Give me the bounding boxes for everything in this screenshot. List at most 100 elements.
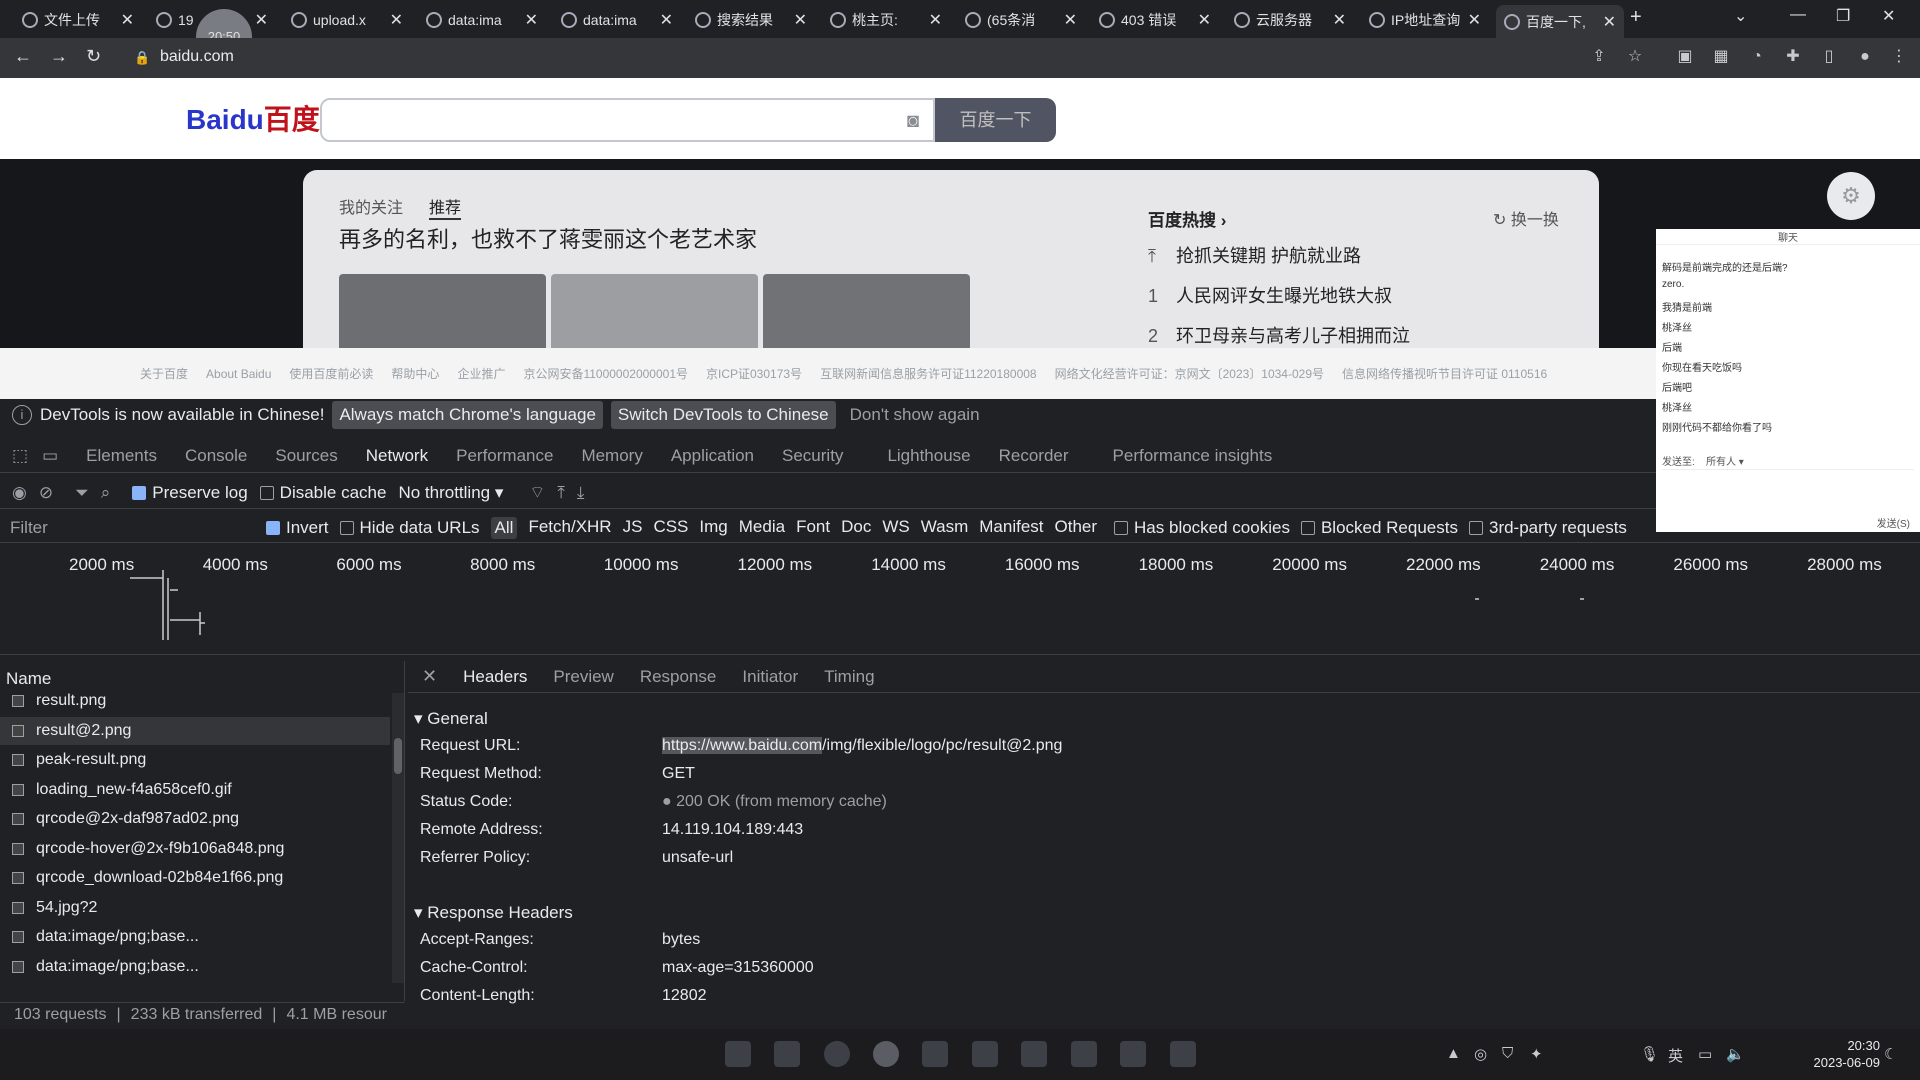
type-filter-all[interactable]: All — [490, 516, 518, 539]
blocked-requests-checkbox[interactable]: Blocked Requests — [1300, 518, 1458, 538]
general-section-toggle[interactable]: ▾ General — [414, 709, 488, 729]
close-tab-icon[interactable]: ✕ — [121, 10, 134, 30]
footer-link[interactable]: About Baidu — [206, 367, 271, 381]
type-filter-wasm[interactable]: Wasm — [921, 517, 969, 539]
edge-icon[interactable] — [824, 1041, 850, 1067]
close-tab-icon[interactable]: ✕ — [1603, 12, 1616, 32]
browser-tab[interactable]: 百度一下, ✕ — [1496, 5, 1624, 38]
sidepanel-icon[interactable]: ▯ — [1820, 48, 1838, 66]
footer-link[interactable]: 信息网络传播视听节目许可证 0110516 — [1342, 367, 1547, 381]
reload-icon[interactable]: ↻ — [86, 46, 101, 67]
clear-icon[interactable]: ⊘ — [39, 483, 53, 503]
taskview-icon[interactable] — [725, 1041, 751, 1067]
close-tab-icon[interactable]: ✕ — [390, 10, 403, 30]
browser-tab[interactable]: 搜索结果 ✕ — [687, 5, 815, 35]
browser-tab[interactable]: data:ima ✕ — [553, 5, 681, 35]
pycharm-icon[interactable] — [922, 1041, 948, 1067]
ime-indicator[interactable]: 英 — [1668, 1045, 1683, 1066]
third-party-checkbox[interactable]: 3rd-party requests — [1468, 518, 1627, 538]
hot-search-heading[interactable]: 百度热搜 › — [1148, 206, 1226, 231]
switch-chinese-button[interactable]: Switch DevTools to Chinese — [610, 401, 836, 429]
close-tab-icon[interactable]: ✕ — [1064, 10, 1077, 30]
address-bar[interactable]: baidu.com — [160, 48, 234, 66]
browser-tab[interactable]: IP地址查询 ✕ — [1361, 5, 1489, 35]
devtools-tab-lighthouse[interactable]: Lighthouse — [873, 446, 984, 466]
devtools-tab-recorder[interactable]: Recorder — [985, 446, 1083, 466]
close-tab-icon[interactable]: ✕ — [1468, 10, 1481, 30]
header-value[interactable]: bytes — [662, 931, 700, 948]
footer-link[interactable]: 京ICP证030173号 — [706, 367, 802, 381]
browser-tab[interactable]: 云服务器 ✕ — [1226, 5, 1354, 35]
invert-checkbox[interactable]: Invert — [266, 518, 329, 538]
preserve-log-checkbox[interactable]: Preserve log — [132, 483, 248, 503]
chrome-icon[interactable] — [873, 1041, 899, 1067]
name-column-header[interactable]: Name — [6, 669, 51, 689]
header-value[interactable]: 14.119.104.189:443 — [662, 821, 803, 838]
extension-icon[interactable]: ▣ — [1676, 48, 1694, 66]
profile-icon[interactable]: ● — [1856, 48, 1874, 66]
devtools-tab-sources[interactable]: Sources — [261, 446, 351, 466]
request-row[interactable]: result@2.png — [0, 716, 390, 745]
type-filter-js[interactable]: JS — [623, 517, 643, 539]
browser-tab[interactable]: 桃主页: ✕ — [822, 5, 950, 35]
type-filter-other[interactable]: Other — [1055, 517, 1098, 539]
footer-link[interactable]: 使用百度前必读 — [289, 367, 373, 381]
chat-input[interactable] — [1662, 469, 1914, 509]
header-value[interactable]: GET — [662, 765, 695, 782]
restore-icon[interactable]: ❐ — [1836, 6, 1850, 26]
bookmark-star-icon[interactable]: ☆ — [1626, 48, 1644, 66]
close-window-icon[interactable]: ✕ — [1882, 6, 1895, 26]
browser-tab[interactable]: 文件上传 ✕ — [14, 5, 142, 35]
import-har-icon[interactable]: ⤒ — [557, 483, 565, 503]
app-icon[interactable] — [1071, 1041, 1097, 1067]
request-row[interactable]: qrcode_download-02b84e1f66.png — [0, 864, 390, 892]
hot-item[interactable]: 1 人民网评女生曝光地铁大叔 — [1148, 282, 1392, 308]
new-tab-button[interactable]: + — [1630, 6, 1642, 29]
type-filter-ws[interactable]: WS — [882, 517, 909, 539]
footer-link[interactable]: 互联网新闻信息服务许可证11220180008 — [820, 367, 1037, 381]
filter-icon[interactable]: ⏷ — [75, 483, 89, 503]
camera-icon[interactable]: ◙ — [907, 110, 919, 133]
devtools-tab-memory[interactable]: Memory — [567, 446, 656, 466]
footer-link[interactable]: 京公网安备11000002000001号 — [523, 367, 688, 381]
devtools-tab-elements[interactable]: Elements — [72, 446, 171, 466]
type-filter-font[interactable]: Font — [796, 517, 830, 539]
baidu-logo[interactable]: Baidu百度 — [186, 98, 320, 138]
tray-icon[interactable]: ◎ — [1474, 1045, 1487, 1063]
puzzle-icon[interactable]: ✚ — [1784, 48, 1802, 66]
browser-tab[interactable]: data:ima ✕ — [418, 5, 546, 35]
devtools-tab-performance[interactable]: Performance — [442, 446, 567, 466]
response-headers-toggle[interactable]: ▾ Response Headers — [414, 903, 573, 923]
hot-item[interactable]: 2 环卫母亲与高考儿子相拥而泣 — [1148, 322, 1410, 348]
devtools-tab-network[interactable]: Network — [352, 446, 442, 466]
request-row[interactable]: 54.jpg?2 — [0, 894, 390, 922]
vscode-icon[interactable] — [1120, 1041, 1146, 1067]
footer-link[interactable]: 企业推广 — [457, 367, 505, 381]
hide-data-urls-checkbox[interactable]: Hide data URLs — [339, 518, 480, 538]
footer-link[interactable]: 帮助中心 — [391, 367, 439, 381]
device-toolbar-icon[interactable]: ▭ — [38, 446, 72, 466]
system-clock[interactable]: 20:30 2023-06-09 — [1814, 1037, 1881, 1071]
devtools-tab-security[interactable]: Security — [768, 446, 857, 466]
notification-icon[interactable]: ☾ — [1884, 1045, 1897, 1063]
footer-link[interactable]: 关于百度 — [140, 367, 188, 381]
close-tab-icon[interactable]: ✕ — [660, 10, 673, 30]
extension-icon[interactable]: ▦ — [1712, 48, 1730, 66]
detail-tab-timing[interactable]: Timing — [824, 667, 874, 687]
send-button[interactable]: 发送(S) — [1877, 515, 1910, 530]
close-detail-icon[interactable]: ✕ — [422, 666, 437, 687]
browser-tab[interactable]: upload.x ✕ — [283, 5, 411, 35]
extension-icon[interactable]: ◔ — [1748, 48, 1766, 66]
close-tab-icon[interactable]: ✕ — [1198, 10, 1211, 30]
tab-recommended[interactable]: 推荐 — [429, 194, 462, 220]
tab-search-icon[interactable]: ⌄ — [1734, 6, 1747, 26]
request-row[interactable]: loading_new-f4a658cef0.gif — [0, 776, 390, 804]
request-url-path[interactable]: /img/flexible/logo/pc/result@2.png — [822, 737, 1062, 754]
inspect-element-icon[interactable]: ⬚ — [0, 446, 38, 466]
app-icon[interactable] — [1021, 1041, 1047, 1067]
close-tab-icon[interactable]: ✕ — [929, 10, 942, 30]
file-explorer-icon[interactable] — [774, 1041, 800, 1067]
header-value[interactable]: max-age=315360000 — [662, 959, 814, 976]
volume-icon[interactable]: 🔈 — [1726, 1045, 1745, 1063]
type-filter-css[interactable]: CSS — [653, 517, 688, 539]
